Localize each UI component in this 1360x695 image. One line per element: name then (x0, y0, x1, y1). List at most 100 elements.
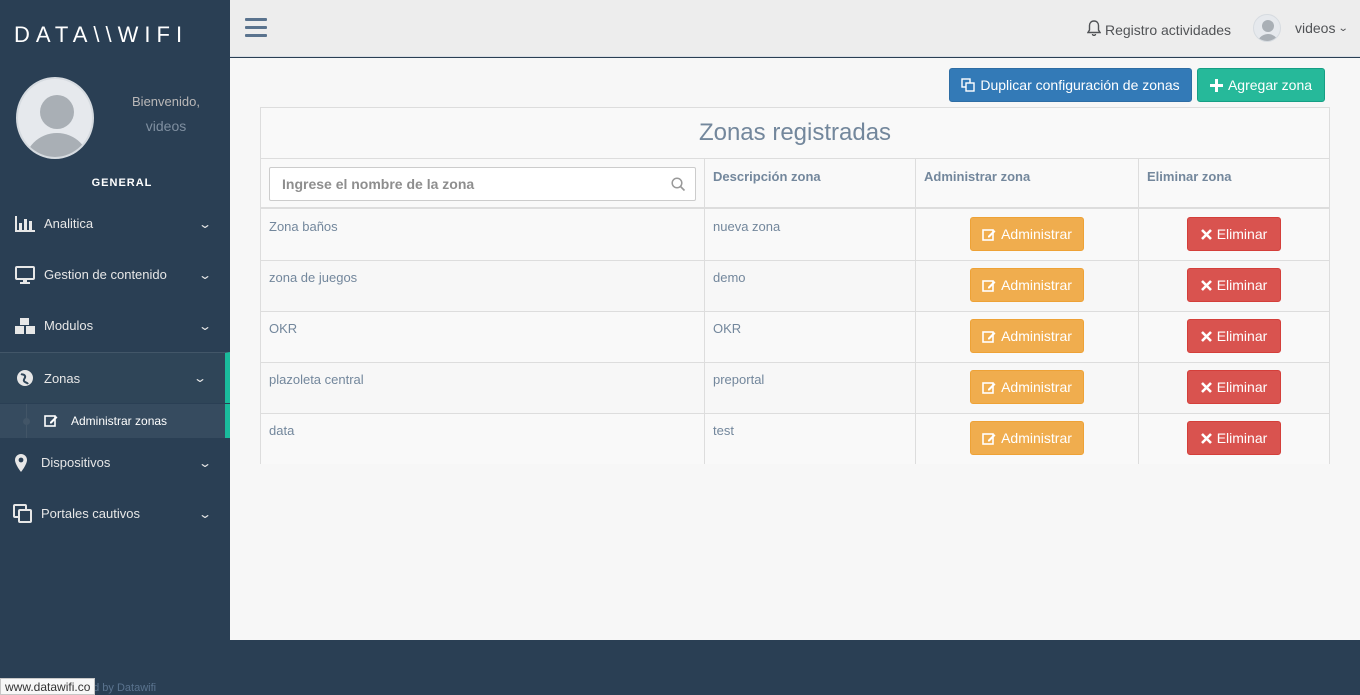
top-navbar: Registro actividades videos ⌄ (230, 0, 1360, 57)
search-icon[interactable] (671, 177, 686, 197)
delete-zone-button[interactable]: Eliminar (1187, 268, 1281, 302)
duplicate-zones-button[interactable]: Duplicar configuración de zonas (949, 68, 1192, 102)
chevron-down-icon: ⌄ (197, 506, 213, 521)
user-dropdown[interactable]: videos ⌄ (1253, 14, 1350, 42)
table-row (261, 311, 1329, 362)
edit-icon (982, 381, 996, 394)
column-header-manage: Administrar zona (924, 169, 1031, 184)
submenu-dot (23, 418, 30, 425)
activity-log-label: Registro actividades (1105, 21, 1232, 38)
header-divider (261, 207, 1329, 209)
manage-label: Administrar (1001, 379, 1072, 395)
activity-log-link[interactable]: Registro actividades (1086, 20, 1232, 39)
row-divider (261, 311, 1329, 312)
add-zone-label: Agregar zona (1227, 77, 1313, 93)
zone-description: OKR (713, 321, 742, 336)
table-row (261, 413, 1329, 464)
search-input[interactable] (270, 168, 660, 200)
sidebar-item-label: Zonas (44, 370, 81, 386)
zone-name: Zona baños (269, 219, 338, 234)
table-row (261, 260, 1329, 311)
table-row (261, 362, 1329, 413)
chevron-down-icon: ⌄ (192, 371, 208, 385)
brand-logo[interactable]: DATA\\WIFI (14, 22, 188, 48)
close-icon (1200, 432, 1212, 444)
close-icon (1200, 279, 1212, 291)
edit-icon (982, 279, 996, 292)
zones-table: Zonas registradas Descripción zona Admin… (260, 107, 1330, 464)
manage-zone-button[interactable]: Administrar (970, 217, 1084, 251)
sidebar-item-modulos[interactable]: Modulos ⌄ (0, 300, 230, 351)
chevron-down-icon: ⌄ (1338, 22, 1350, 34)
column-header-description: Descripción zona (713, 169, 821, 184)
delete-zone-button[interactable]: Eliminar (1187, 370, 1281, 404)
zone-name: plazoleta central (269, 372, 364, 387)
manage-label: Administrar (1001, 226, 1072, 242)
delete-zone-button[interactable]: Eliminar (1187, 319, 1281, 353)
menu-toggle-icon[interactable] (245, 18, 267, 38)
delete-label: Eliminar (1216, 328, 1268, 344)
welcome-text: Bienvenido, (132, 94, 200, 109)
delete-zone-button[interactable]: Eliminar (1187, 217, 1281, 251)
manage-zone-button[interactable]: Administrar (970, 319, 1084, 353)
avatar (1253, 14, 1281, 42)
sidebar-item-analitica[interactable]: Analitica ⌄ (0, 198, 230, 249)
edit-icon (982, 330, 996, 343)
delete-label: Eliminar (1216, 226, 1268, 242)
edit-icon (44, 414, 58, 430)
zone-search (269, 167, 696, 201)
sidebar-item-dispositivos[interactable]: Dispositivos ⌄ (0, 437, 230, 488)
sidebar-item-label: Portales cautivos (41, 506, 140, 521)
menu-section-title: GENERAL (91, 177, 153, 189)
column-divider (1138, 159, 1139, 464)
edit-icon (982, 228, 996, 241)
delete-label: Eliminar (1216, 430, 1268, 446)
manage-label: Administrar (1001, 277, 1072, 293)
column-divider (915, 159, 916, 464)
main-content: Duplicar configuración de zonas Agregar … (230, 58, 1360, 640)
delete-label: Eliminar (1216, 277, 1268, 293)
profile-username: videos (145, 118, 187, 134)
sidebar-item-gestion-contenido[interactable]: Gestion de contenido ⌄ (0, 249, 230, 300)
submenu-item-administrar-zonas[interactable]: Administrar zonas (0, 404, 230, 438)
desktop-icon (14, 265, 36, 285)
bell-icon (1086, 20, 1105, 39)
zone-description: test (713, 423, 734, 438)
zone-name: data (269, 423, 295, 438)
manage-zone-button[interactable]: Administrar (970, 370, 1084, 404)
profile-welcome: Bienvenido, videos (120, 89, 212, 139)
close-icon (1200, 381, 1212, 393)
chevron-down-icon: ⌄ (197, 216, 213, 231)
sidebar-item-label: Modulos (44, 318, 94, 333)
table-title: Zonas registradas (261, 108, 1329, 159)
delete-label: Eliminar (1216, 379, 1268, 395)
manage-label: Administrar (1001, 430, 1072, 446)
column-header-delete: Eliminar zona (1147, 169, 1232, 184)
bar-chart-icon (14, 214, 36, 234)
row-divider (261, 413, 1329, 414)
row-divider (261, 260, 1329, 261)
close-icon (1200, 228, 1212, 240)
manage-zone-button[interactable]: Administrar (970, 421, 1084, 455)
submenu-item-label: Administrar zonas (71, 414, 168, 428)
zone-name: OKR (269, 321, 298, 336)
globe-icon (14, 368, 36, 388)
duplicate-zones-label: Duplicar configuración de zonas (980, 77, 1180, 93)
chevron-down-icon: ⌄ (197, 267, 213, 282)
add-zone-button[interactable]: Agregar zona (1197, 68, 1325, 102)
copy-icon (961, 78, 976, 92)
clone-icon (12, 503, 34, 524)
close-icon (1200, 330, 1212, 342)
delete-zone-button[interactable]: Eliminar (1187, 421, 1281, 455)
sidebar-item-zonas[interactable]: Zonas ⌄ (0, 352, 230, 403)
manage-zone-button[interactable]: Administrar (970, 268, 1084, 302)
map-marker-icon (10, 453, 32, 473)
zone-name: zona de juegos (269, 270, 358, 285)
plus-icon (1209, 78, 1223, 92)
zone-description: preportal (713, 372, 765, 387)
row-divider (261, 362, 1329, 363)
sidebar-item-portales-cautivos[interactable]: Portales cautivos ⌄ (0, 488, 230, 539)
edit-icon (982, 432, 996, 445)
manage-label: Administrar (1001, 328, 1072, 344)
user-name: videos (1295, 20, 1336, 36)
